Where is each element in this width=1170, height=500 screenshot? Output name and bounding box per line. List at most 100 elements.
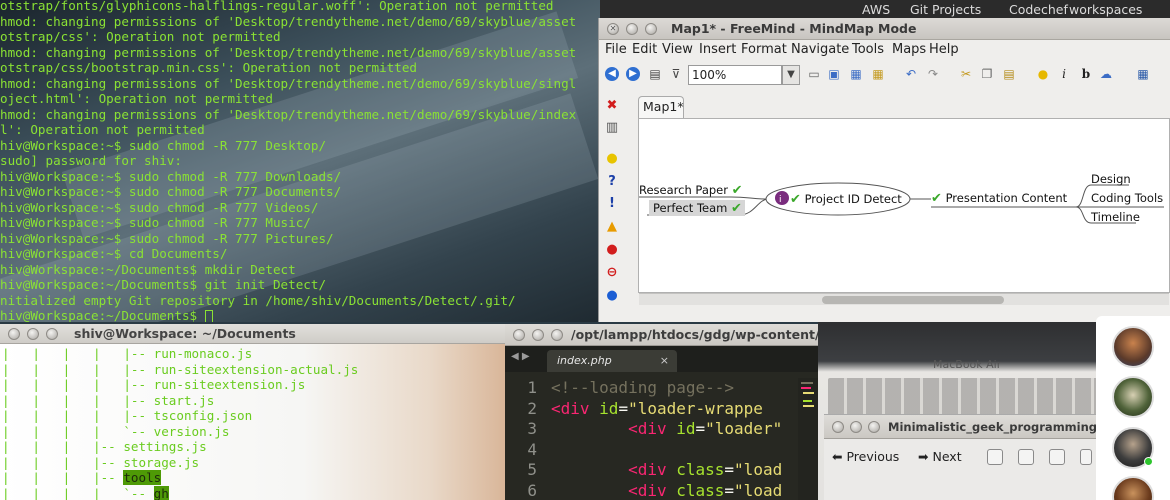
tab-map1[interactable]: Map1* xyxy=(638,96,684,118)
minimize-icon[interactable] xyxy=(626,23,638,35)
code-token: <div xyxy=(628,419,677,438)
viewer-titlebar[interactable]: Minimalistic_geek_programming_ xyxy=(824,415,1103,439)
editor-titlebar[interactable]: /opt/lampp/htdocs/gdg/wp-content/th xyxy=(505,324,818,346)
tab-nav-arrows-icon[interactable]: ◀ ▶ xyxy=(511,351,530,362)
idea-icon-palette[interactable]: ● xyxy=(605,152,619,166)
italic-icon[interactable]: i xyxy=(1057,67,1071,81)
trash-icon[interactable]: ▥ xyxy=(605,121,619,135)
remove-icon[interactable]: ✖ xyxy=(605,99,619,113)
save-icon[interactable]: ▦ xyxy=(849,67,863,81)
tab-index-php[interactable]: index.php × xyxy=(547,350,677,372)
menu-insert[interactable]: Insert xyxy=(699,42,736,57)
bold-icon[interactable]: b xyxy=(1079,67,1093,81)
grid-icon[interactable]: ▦ xyxy=(1136,67,1150,81)
close-icon[interactable] xyxy=(513,329,525,341)
menu-tools[interactable]: Tools xyxy=(852,42,884,57)
previous-button[interactable]: ⬅ Previous xyxy=(832,449,899,464)
terminal-line: otstrap/css': Operation not permitted xyxy=(0,29,281,44)
code-line: 4 xyxy=(505,440,782,461)
close-icon[interactable]: ✕ xyxy=(607,23,619,35)
terminal-window-bottom[interactable]: shiv@Workspace: ~/Documents | | | | |-- … xyxy=(0,324,505,500)
node-research-paper[interactable]: Research Paper ✔ xyxy=(639,183,743,198)
idea-icon[interactable]: ● xyxy=(1036,67,1050,81)
stop-icon[interactable]: ● xyxy=(605,243,619,257)
no-entry-icon[interactable]: ⊖ xyxy=(605,266,619,280)
code-token: "load xyxy=(734,480,783,500)
code-token: <div xyxy=(628,460,677,479)
node-presentation-content[interactable]: ✔ Presentation Content xyxy=(931,191,1067,206)
menu-navigate[interactable]: Navigate xyxy=(791,42,849,57)
chevron-down-icon[interactable]: ▼ xyxy=(782,65,800,85)
minimize-icon[interactable] xyxy=(532,329,544,341)
topbar-item-workspaces[interactable]: workspaces xyxy=(1069,0,1142,20)
forward-icon[interactable]: ▶ xyxy=(626,67,640,81)
minimap[interactable] xyxy=(798,378,818,500)
zoom-out-icon[interactable] xyxy=(1018,449,1034,465)
print-icon[interactable]: ▤ xyxy=(648,67,662,81)
warning-icon[interactable]: ▲ xyxy=(605,220,619,234)
node-perfect-team[interactable]: Perfect Team ✔ xyxy=(653,201,742,216)
menu-view[interactable]: View xyxy=(662,42,693,57)
new-map-icon[interactable]: ▭ xyxy=(807,67,821,81)
node-timeline[interactable]: Timeline xyxy=(1091,210,1140,224)
terminal-titlebar[interactable]: shiv@Workspace: ~/Documents xyxy=(0,324,505,344)
topbar-item-git-projects[interactable]: Git Projects xyxy=(910,0,981,20)
topbar-item-codechef[interactable]: Codechef xyxy=(1009,0,1068,20)
avatar[interactable] xyxy=(1112,376,1154,418)
freemind-titlebar[interactable]: ✕ Map1* - FreeMind - MindMap Mode xyxy=(599,18,1170,40)
menu-edit[interactable]: Edit xyxy=(632,42,657,57)
node-design[interactable]: Design xyxy=(1091,172,1131,186)
next-button[interactable]: ➡ Next xyxy=(918,449,962,464)
terminal-line: | | | | `-- gh xyxy=(2,485,169,500)
cloud-icon[interactable]: ☁ xyxy=(1099,67,1113,81)
terminal-line: hmod: changing permissions of 'Desktop/t… xyxy=(0,13,577,29)
close-icon[interactable] xyxy=(8,328,20,340)
zoom-in-icon[interactable] xyxy=(1049,449,1065,465)
topbar-item-aws[interactable]: AWS xyxy=(862,0,890,20)
exclamation-icon[interactable]: ! xyxy=(605,197,619,211)
editor-title: /opt/lampp/htdocs/gdg/wp-content/th xyxy=(571,327,818,342)
terminal-line: hmod: changing permissions of 'Desktop/t… xyxy=(0,75,577,91)
menu-file[interactable]: File xyxy=(605,42,627,57)
undo-icon[interactable]: ↶ xyxy=(904,67,918,81)
maximize-icon[interactable] xyxy=(645,23,657,35)
copy-icon[interactable]: ❐ xyxy=(980,67,994,81)
menu-help[interactable]: Help xyxy=(929,42,959,57)
question-icon[interactable]: ? xyxy=(605,175,619,189)
maximize-icon[interactable] xyxy=(551,329,563,341)
avatar[interactable] xyxy=(1112,476,1154,500)
node-project-id-detect[interactable]: ✔ Project ID Detect xyxy=(790,192,902,207)
close-icon[interactable] xyxy=(832,421,844,433)
open-icon[interactable]: ▣ xyxy=(827,67,841,81)
node-coding-tools[interactable]: Coding Tools xyxy=(1091,191,1163,205)
filter-icon[interactable]: ⊽ xyxy=(669,67,683,81)
paste-icon[interactable]: ▤ xyxy=(1002,67,1016,81)
menu-format[interactable]: Format xyxy=(741,42,787,57)
terminal-window-top[interactable]: otstrap/fonts/glyphicons-halflings-regul… xyxy=(0,0,600,322)
maximize-icon[interactable] xyxy=(46,328,58,340)
mindmap-canvas[interactable]: i Research Paper ✔ Perfect Team ✔ ✔ Proj… xyxy=(638,118,1170,293)
code-area[interactable]: 1 <!--loading page--> 2 <div id="loader-wra… xyxy=(505,378,782,500)
terminal-line: otstrap/fonts/glyphicons-halflings-regul… xyxy=(0,0,554,13)
avatar[interactable] xyxy=(1112,326,1154,368)
menu-maps[interactable]: Maps xyxy=(892,42,926,57)
toolbar: ◀ ▶ ▤ ⊽ ▭ ▣ ▦ ▦ ↶ ↷ ✂ ❐ ▤ ● i b ☁ ▦ xyxy=(599,62,1170,88)
zoom-field[interactable]: 100% xyxy=(688,65,782,85)
fullscreen-icon[interactable] xyxy=(1080,449,1092,465)
cut-icon[interactable]: ✂ xyxy=(959,67,973,81)
horizontal-scrollbar[interactable] xyxy=(639,293,1169,305)
terminal-line: hiv@Workspace:~$ sudo chmod -R 777 Video… xyxy=(0,199,319,215)
back-icon[interactable]: ◀ xyxy=(605,67,619,81)
info-icon[interactable]: ● xyxy=(605,289,619,303)
zoom-fit-icon[interactable] xyxy=(987,449,1003,465)
check-icon: ✔ xyxy=(731,201,742,216)
minimize-icon[interactable] xyxy=(27,328,39,340)
maximize-icon[interactable] xyxy=(868,421,880,433)
scrollbar-thumb[interactable] xyxy=(822,296,1004,304)
close-tab-icon[interactable]: × xyxy=(660,350,669,372)
terminal-line: l': Operation not permitted xyxy=(0,122,205,137)
redo-icon[interactable]: ↷ xyxy=(926,67,940,81)
save-as-icon[interactable]: ▦ xyxy=(871,67,885,81)
minimize-icon[interactable] xyxy=(850,421,862,433)
